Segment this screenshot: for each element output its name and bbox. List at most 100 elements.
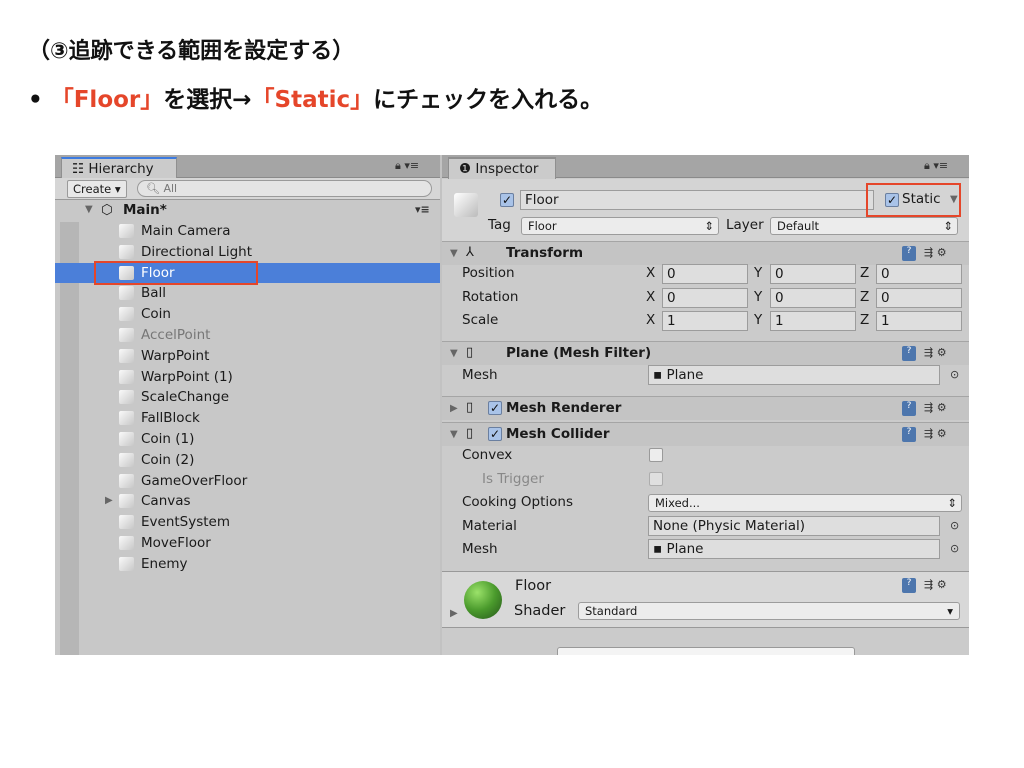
layer-dropdown[interactable]: Default ⇕ bbox=[770, 217, 958, 235]
mesh-renderer-header[interactable]: ▶ ▯ ✓ Mesh Renderer ? ⇶ ⚙ bbox=[442, 396, 969, 420]
help-icon[interactable]: ? bbox=[902, 246, 916, 261]
mesh-collider-header[interactable]: ▼ ▯ ✓ Mesh Collider ? ⇶ ⚙ bbox=[442, 422, 969, 446]
item-label: Directional Light bbox=[141, 243, 252, 260]
create-button[interactable]: Create ▾ bbox=[67, 180, 127, 198]
expand-icon[interactable]: ▼ bbox=[85, 200, 93, 220]
search-placeholder: All bbox=[163, 182, 178, 195]
y-field[interactable]: 0 bbox=[770, 287, 856, 308]
hierarchy-item[interactable]: FallBlock bbox=[55, 408, 440, 428]
item-label: Ball bbox=[141, 285, 167, 302]
help-icon[interactable]: ? bbox=[902, 578, 916, 593]
convex-checkbox[interactable] bbox=[649, 448, 663, 462]
unity-screenshot: ☷ Hierarchy 🔒︎ ▾≡ Create ▾ 🔍︎ All ▼ ⬡ Main… bbox=[55, 155, 969, 655]
expand-icon[interactable]: ▼ bbox=[450, 348, 458, 359]
item-label: MoveFloor bbox=[141, 535, 211, 551]
z-field[interactable]: 0 bbox=[876, 287, 962, 308]
object-picker-icon[interactable]: ⊙ bbox=[950, 368, 959, 381]
hierarchy-item[interactable]: MoveFloor bbox=[55, 533, 440, 553]
search-input[interactable]: 🔍︎ All bbox=[137, 180, 432, 197]
transform-label: Scale bbox=[462, 312, 499, 328]
hierarchy-item[interactable]: AccelPoint bbox=[55, 325, 440, 345]
settings-icon[interactable]: ⇶ ⚙ bbox=[924, 578, 947, 591]
add-component-button[interactable] bbox=[557, 647, 855, 655]
settings-icon[interactable]: ⇶ ⚙ bbox=[924, 346, 947, 359]
axis-label: Z bbox=[860, 312, 870, 328]
help-icon[interactable]: ? bbox=[902, 427, 916, 442]
is-trigger-checkbox[interactable] bbox=[649, 472, 663, 486]
help-icon[interactable]: ? bbox=[902, 346, 916, 361]
x-field[interactable]: 1 bbox=[662, 311, 748, 331]
axis-label: X bbox=[646, 288, 656, 305]
hierarchy-item[interactable]: EventSystem bbox=[55, 512, 440, 532]
unity-icon: ⬡ bbox=[101, 202, 113, 218]
y-field[interactable]: 1 bbox=[770, 311, 856, 331]
settings-icon[interactable]: ⇶ ⚙ bbox=[924, 401, 947, 414]
bullet: • bbox=[28, 87, 43, 113]
mesh-field[interactable]: ▪ Plane bbox=[648, 365, 940, 385]
hierarchy-item[interactable]: WarpPoint (1) bbox=[55, 367, 440, 387]
cooking-dropdown[interactable]: Mixed... ⇕ bbox=[648, 494, 962, 512]
hierarchy-item[interactable]: Coin bbox=[55, 304, 440, 324]
hierarchy-item[interactable]: Coin (1) bbox=[55, 429, 440, 449]
hierarchy-item[interactable]: Main Camera bbox=[55, 221, 440, 241]
active-checkbox[interactable]: ✓ bbox=[500, 193, 514, 207]
collider-mesh-field[interactable]: ▪ Plane bbox=[648, 539, 940, 559]
scene-row[interactable]: ▼ ⬡ Main* ▾≡ bbox=[55, 200, 440, 220]
material-sphere-icon bbox=[464, 581, 502, 619]
expand-icon[interactable]: ▶ bbox=[450, 608, 458, 619]
gameobject-icon bbox=[119, 432, 134, 446]
inspector-tabbar: ❶ Inspector 🔒︎ ▾≡ bbox=[442, 155, 969, 179]
mesh-icon: ▯ bbox=[466, 345, 474, 360]
expand-icon[interactable]: ▶ bbox=[450, 403, 458, 414]
help-icon[interactable]: ? bbox=[902, 401, 916, 416]
layer-label: Layer bbox=[726, 217, 764, 233]
gameobject-icon bbox=[119, 515, 134, 530]
floor-quote: 「Floor」 bbox=[50, 87, 164, 113]
settings-icon[interactable]: ⇶ ⚙ bbox=[924, 427, 947, 440]
component-title: Plane (Mesh Filter) bbox=[506, 345, 652, 361]
highlight-box bbox=[866, 183, 961, 217]
tab-hierarchy[interactable]: ☷ Hierarchy bbox=[61, 157, 177, 179]
hierarchy-item[interactable]: Coin (2) bbox=[55, 450, 440, 470]
shader-label: Shader bbox=[514, 603, 566, 619]
transform-header[interactable]: ▼ ⅄ Transform ? ⇶ ⚙ bbox=[442, 241, 969, 265]
enabled-checkbox[interactable]: ✓ bbox=[488, 427, 502, 441]
lock-icon[interactable]: 🔒︎ ▾≡ bbox=[395, 159, 419, 173]
hierarchy-item[interactable]: Enemy bbox=[55, 554, 440, 574]
x-field[interactable]: 0 bbox=[662, 264, 748, 284]
mesh-filter-header[interactable]: ▼ ▯ Plane (Mesh Filter) ? ⇶ ⚙ bbox=[442, 341, 969, 365]
item-label: WarpPoint bbox=[141, 347, 210, 364]
item-label: Enemy bbox=[141, 555, 188, 572]
hierarchy-item[interactable]: GameOverFloor bbox=[55, 471, 440, 491]
tag-dropdown[interactable]: Floor ⇕ bbox=[521, 217, 719, 235]
z-field[interactable]: 1 bbox=[876, 311, 962, 331]
gameobject-icon bbox=[119, 473, 134, 488]
expand-icon[interactable]: ▼ bbox=[450, 429, 458, 440]
name-field[interactable]: Floor bbox=[520, 190, 874, 210]
gameobject-icon bbox=[119, 286, 134, 301]
z-field[interactable]: 0 bbox=[876, 264, 962, 284]
enabled-checkbox[interactable]: ✓ bbox=[488, 401, 502, 415]
gameobject-icon bbox=[119, 307, 134, 322]
item-label: WarpPoint (1) bbox=[141, 368, 233, 385]
expand-icon[interactable]: ▼ bbox=[450, 248, 458, 259]
object-picker-icon[interactable]: ⊙ bbox=[950, 542, 959, 555]
inspector-panel: ❶ Inspector 🔒︎ ▾≡ ✓ Floor ✓ Static ▼ Tag… bbox=[442, 155, 969, 655]
x-field[interactable]: 0 bbox=[662, 287, 748, 308]
hierarchy-item[interactable]: Ball bbox=[55, 283, 440, 303]
hierarchy-item[interactable]: Directional Light bbox=[55, 242, 440, 262]
hierarchy-item[interactable]: WarpPoint bbox=[55, 346, 440, 366]
settings-icon[interactable]: ⇶ ⚙ bbox=[924, 246, 947, 259]
object-picker-icon[interactable]: ⊙ bbox=[950, 519, 959, 532]
hierarchy-item[interactable]: ▶ Canvas bbox=[55, 491, 440, 511]
menu-icon[interactable]: ▾≡ bbox=[415, 200, 430, 220]
lock-icon[interactable]: 🔒︎ ▾≡ bbox=[924, 159, 948, 173]
tab-inspector[interactable]: ❶ Inspector bbox=[448, 157, 556, 179]
expand-icon[interactable]: ▶ bbox=[105, 491, 113, 511]
axis-label: Z bbox=[860, 288, 870, 305]
physic-material-field[interactable]: None (Physic Material) bbox=[648, 516, 940, 536]
hierarchy-item[interactable]: ScaleChange bbox=[55, 387, 440, 407]
tag-value: Floor bbox=[528, 219, 557, 233]
shader-dropdown[interactable]: Standard ▾ bbox=[578, 602, 960, 620]
y-field[interactable]: 0 bbox=[770, 264, 856, 284]
